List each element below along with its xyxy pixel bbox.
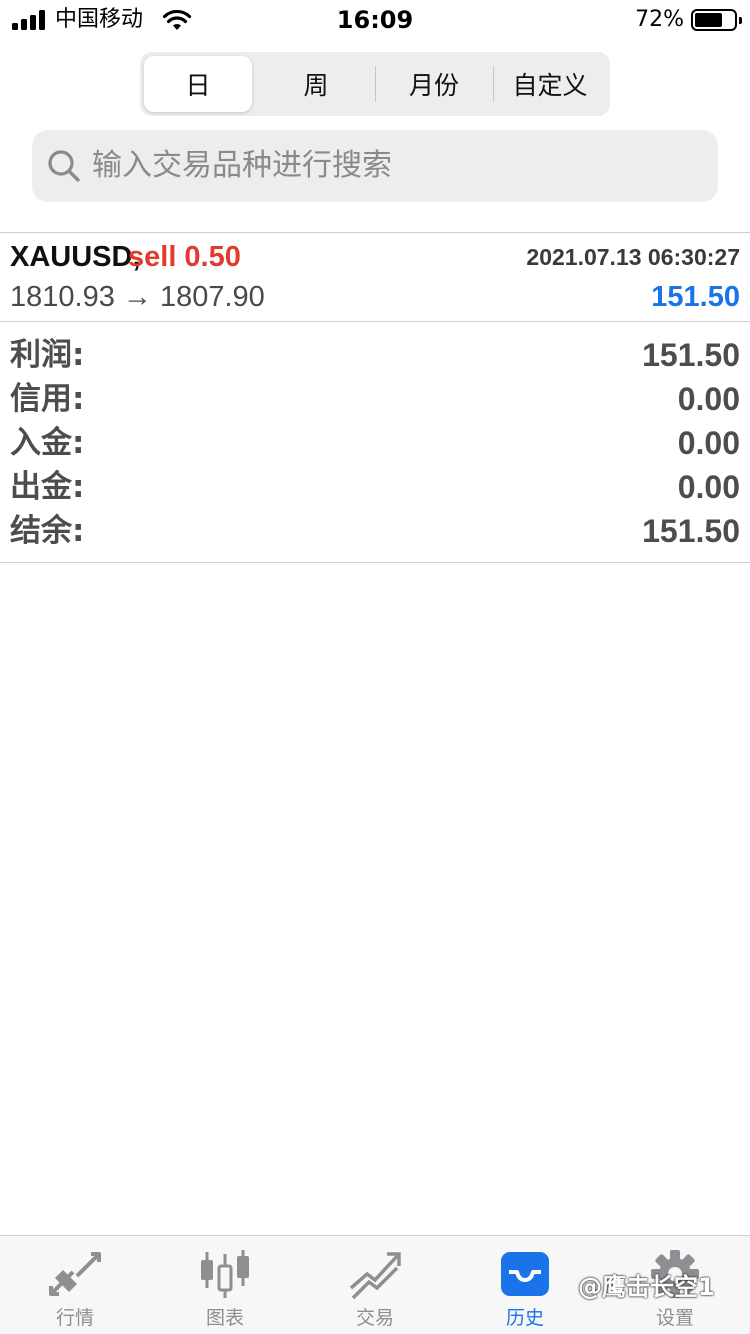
battery-percent: 72% bbox=[635, 7, 684, 32]
summary-value-profit: 151.50 bbox=[642, 337, 740, 373]
trade-symbol: XAUUSD, bbox=[10, 241, 141, 273]
divider bbox=[0, 321, 750, 322]
summary-value-withdrawal: 0.00 bbox=[677, 469, 740, 505]
search-icon bbox=[48, 150, 80, 182]
tab-week[interactable]: 周 bbox=[258, 56, 374, 112]
battery-level bbox=[695, 13, 722, 27]
trade-datetime: 2021.07.13 06:30:27 bbox=[526, 244, 740, 270]
history-inbox-icon bbox=[501, 1252, 549, 1296]
tab-label: 历史 bbox=[505, 1307, 544, 1329]
tab-quotes[interactable]: 行情 bbox=[0, 1236, 150, 1334]
quotes-arrows-icon bbox=[49, 1252, 101, 1296]
tab-month[interactable]: 月份 bbox=[376, 56, 492, 112]
summary-value-balance: 151.50 bbox=[642, 513, 740, 549]
status-bar: 中国移动 16:09 72% bbox=[0, 0, 750, 40]
tab-custom[interactable]: 自定义 bbox=[494, 56, 606, 112]
tab-charts[interactable]: 图表 bbox=[150, 1236, 300, 1334]
tab-label: 设置 bbox=[655, 1307, 694, 1329]
tab-label: 交易 bbox=[355, 1307, 394, 1329]
summary-label-profit: 利润: bbox=[10, 337, 85, 373]
trade-trend-icon bbox=[349, 1252, 401, 1300]
trade-prices: 1810.93 → 1807.90 bbox=[10, 281, 265, 313]
tab-trade[interactable]: 交易 bbox=[300, 1236, 450, 1334]
summary-label-credit: 信用: bbox=[10, 381, 85, 417]
tab-label: 图表 bbox=[205, 1307, 244, 1329]
candlestick-chart-icon bbox=[201, 1250, 249, 1298]
tab-label: 行情 bbox=[55, 1307, 94, 1329]
watermark: @鹰击长空1 bbox=[578, 1273, 715, 1301]
summary-label-balance: 结余: bbox=[10, 513, 85, 549]
summary-value-credit: 0.00 bbox=[677, 381, 740, 417]
divider bbox=[0, 232, 750, 233]
trade-type-volume: sell 0.50 bbox=[128, 241, 241, 273]
summary-value-deposit: 0.00 bbox=[677, 425, 740, 461]
summary-label-deposit: 入金: bbox=[10, 425, 85, 461]
summary-label-withdrawal: 出金: bbox=[10, 469, 85, 505]
period-segmented-control: 日 周 月份 自定义 bbox=[140, 52, 610, 116]
search-placeholder: 输入交易品种进行搜索 bbox=[92, 148, 392, 183]
trade-profit: 151.50 bbox=[651, 281, 740, 313]
tab-day[interactable]: 日 bbox=[144, 56, 252, 112]
battery-icon bbox=[691, 9, 742, 31]
search-input[interactable]: 输入交易品种进行搜索 bbox=[32, 130, 718, 202]
divider bbox=[0, 562, 750, 563]
